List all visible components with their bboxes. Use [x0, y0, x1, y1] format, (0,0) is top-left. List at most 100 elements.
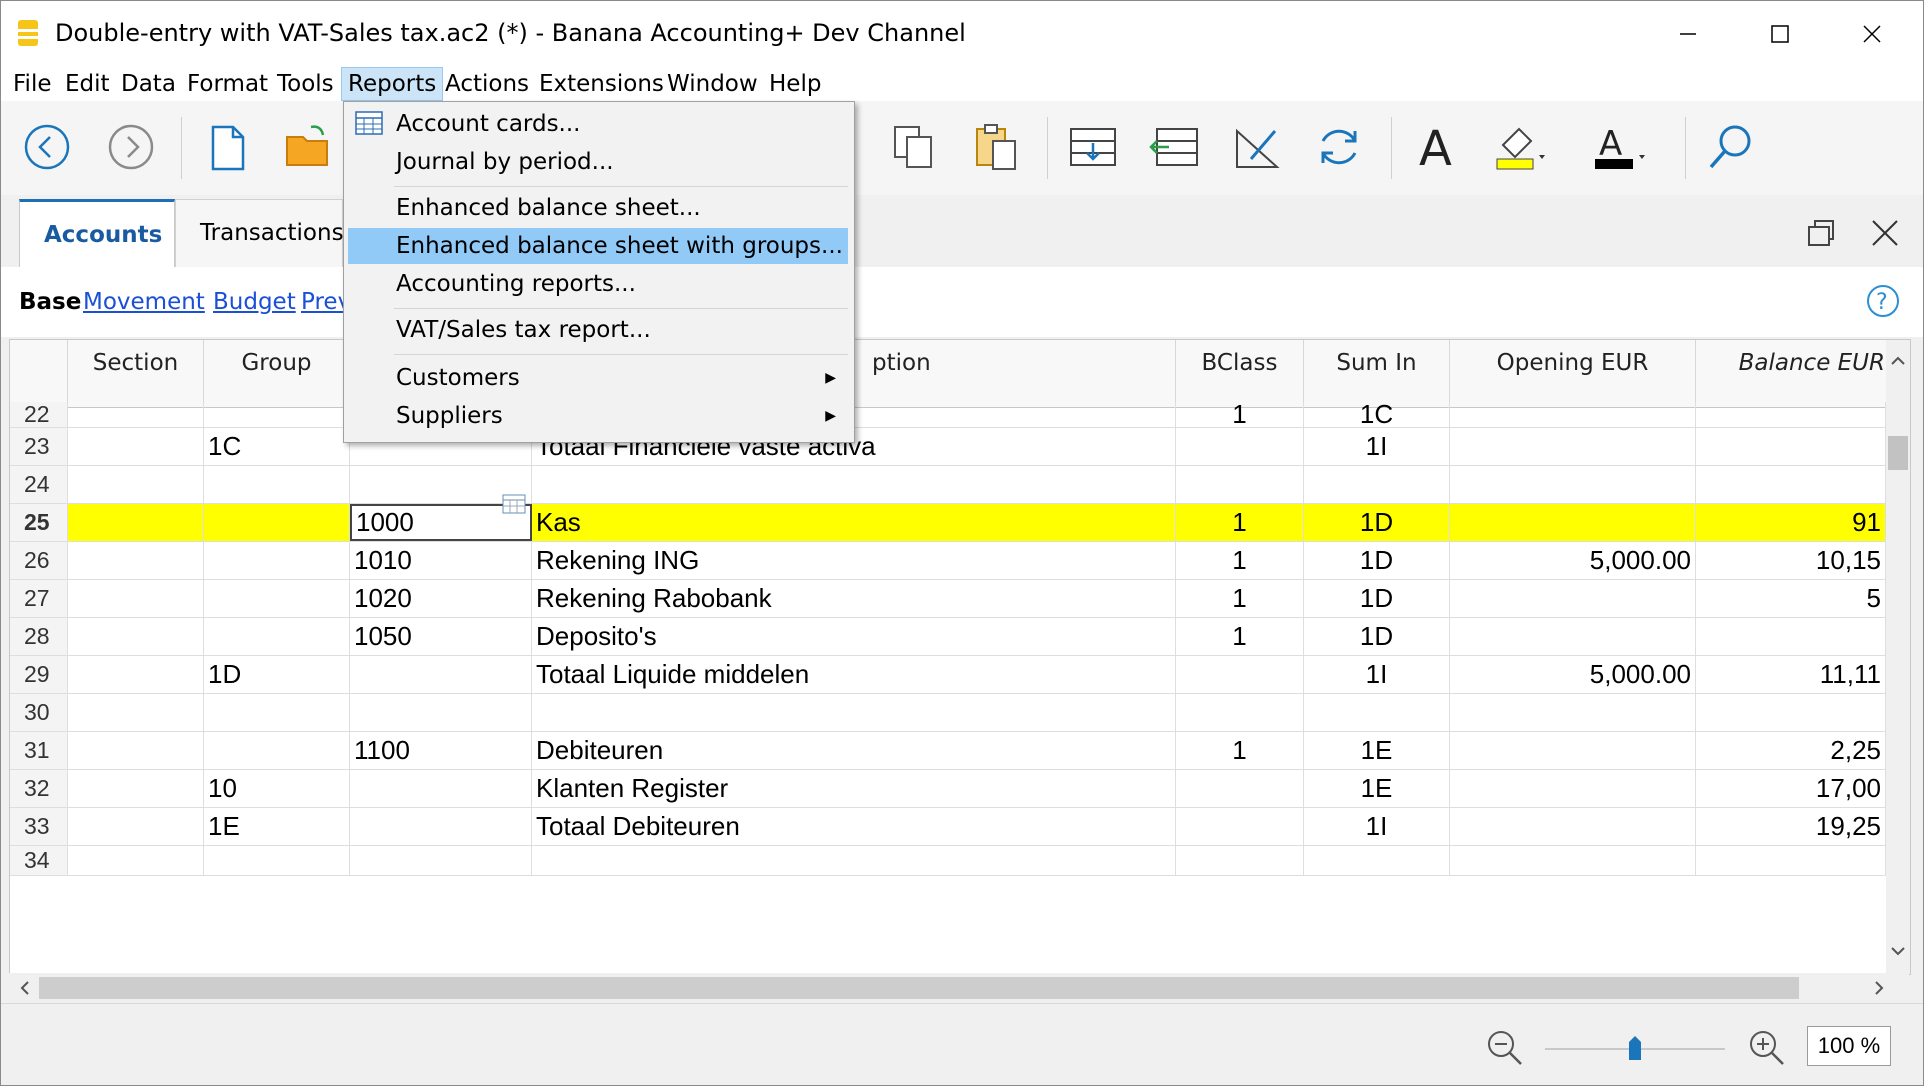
cell-account[interactable]: 1020: [350, 580, 532, 617]
cell-sumin[interactable]: 1D: [1304, 504, 1450, 541]
zoom-in-icon[interactable]: [1747, 1028, 1787, 1068]
column-header-balance[interactable]: Balance EUR: [1696, 340, 1896, 408]
menu-window[interactable]: Window: [661, 67, 764, 101]
maximize-button[interactable]: [1735, 1, 1825, 67]
zoom-level-field[interactable]: 100 %: [1807, 1026, 1891, 1066]
table-row[interactable]: 25 1000 Kas 1 1D 91: [10, 494, 1886, 542]
cell-section[interactable]: [68, 732, 204, 769]
table-row[interactable]: 34: [10, 846, 1886, 876]
tab-transactions[interactable]: Transactions: [175, 199, 344, 267]
zoom-slider-handle[interactable]: [1627, 1034, 1643, 1062]
cell-description[interactable]: Totaal Liquide middelen: [532, 656, 1176, 693]
tab-accounts[interactable]: Accounts: [19, 199, 175, 267]
view-base[interactable]: Base: [19, 289, 81, 315]
move-rows-icon[interactable]: [1147, 119, 1203, 175]
cell-balance[interactable]: 5: [1696, 580, 1886, 617]
cell-section[interactable]: [68, 770, 204, 807]
menu-item-accounting-reports[interactable]: Accounting reports...: [348, 266, 848, 302]
cell-group[interactable]: [204, 466, 350, 503]
cell-description[interactable]: Rekening Rabobank: [532, 580, 1176, 617]
cell-bclass[interactable]: 1: [1176, 580, 1304, 617]
cell-balance[interactable]: 2,25: [1696, 732, 1886, 769]
recalculate-icon[interactable]: [1311, 119, 1367, 175]
cell-group[interactable]: 1D: [204, 656, 350, 693]
cell-description[interactable]: Debiteuren: [532, 732, 1176, 769]
forward-icon[interactable]: [103, 119, 159, 175]
column-header-bclass[interactable]: BClass: [1176, 340, 1304, 408]
cell-bclass[interactable]: 1: [1176, 402, 1304, 427]
cell-account[interactable]: [350, 656, 532, 693]
back-icon[interactable]: [19, 119, 75, 175]
restore-panel-icon[interactable]: [1805, 217, 1837, 249]
cell-balance[interactable]: [1696, 846, 1886, 875]
cell-section[interactable]: [68, 542, 204, 579]
cell-opening[interactable]: [1450, 732, 1696, 769]
menu-reports[interactable]: Reports: [341, 67, 444, 101]
cell-opening[interactable]: [1450, 808, 1696, 845]
cell-sumin[interactable]: [1304, 846, 1450, 875]
cell-account[interactable]: 1100: [350, 732, 532, 769]
cell-bclass[interactable]: [1176, 846, 1304, 875]
cell-balance[interactable]: [1696, 618, 1886, 655]
cell-group[interactable]: [204, 694, 350, 731]
cell-group[interactable]: [204, 542, 350, 579]
cell-section[interactable]: [68, 846, 204, 875]
zoom-out-icon[interactable]: [1485, 1028, 1525, 1068]
cell-balance[interactable]: 10,15: [1696, 542, 1886, 579]
cell-bclass[interactable]: 1: [1176, 542, 1304, 579]
table-row[interactable]: 26 1010 Rekening ING 1 1D 5,000.00 10,15: [10, 542, 1886, 580]
cell-opening[interactable]: [1450, 466, 1696, 503]
cell-section[interactable]: [68, 808, 204, 845]
menu-file[interactable]: File: [7, 67, 58, 101]
cell-description[interactable]: [532, 466, 1176, 503]
menu-item-customers[interactable]: Customers ▶: [348, 360, 848, 396]
table-row[interactable]: 29 1D Totaal Liquide middelen 1I 5,000.00 11,…: [10, 656, 1886, 694]
cell-group[interactable]: [204, 618, 350, 655]
menu-edit[interactable]: Edit: [59, 67, 116, 101]
cell-description[interactable]: Deposito's: [532, 618, 1176, 655]
horizontal-scroll-thumb[interactable]: [39, 977, 1799, 999]
open-folder-icon[interactable]: [281, 119, 337, 175]
edit-tools-icon[interactable]: [1229, 119, 1285, 175]
cell-account[interactable]: [350, 770, 532, 807]
view-budget[interactable]: Budget: [213, 289, 296, 315]
new-file-icon[interactable]: [199, 119, 255, 175]
minimize-button[interactable]: [1643, 1, 1733, 67]
cell-account[interactable]: [350, 846, 532, 875]
view-movement[interactable]: Movement: [83, 289, 205, 315]
cell-section[interactable]: [68, 428, 204, 465]
cell-description[interactable]: [532, 694, 1176, 731]
cell-opening[interactable]: [1450, 504, 1696, 541]
cell-bclass[interactable]: [1176, 770, 1304, 807]
cell-sumin[interactable]: 1E: [1304, 770, 1450, 807]
horizontal-scrollbar[interactable]: [9, 973, 1909, 1003]
scroll-up-icon[interactable]: [1886, 348, 1910, 372]
cell-sumin[interactable]: 1D: [1304, 618, 1450, 655]
table-row[interactable]: 27 1020 Rekening Rabobank 1 1D 5: [10, 580, 1886, 618]
close-window-button[interactable]: [1827, 1, 1917, 67]
cell-section[interactable]: [68, 504, 204, 541]
table-row[interactable]: 22 1 1C: [10, 402, 1886, 428]
vertical-scrollbar[interactable]: [1886, 340, 1910, 974]
table-row[interactable]: 24: [10, 466, 1886, 504]
cell-account[interactable]: [350, 694, 532, 731]
column-header-section[interactable]: Section: [68, 340, 204, 408]
menu-item-suppliers[interactable]: Suppliers ▶: [348, 398, 848, 434]
cell-opening[interactable]: 5,000.00: [1450, 656, 1696, 693]
cell-section[interactable]: [68, 618, 204, 655]
cell-balance[interactable]: [1696, 402, 1886, 427]
vertical-scroll-thumb[interactable]: [1888, 436, 1908, 470]
cell-sumin[interactable]: [1304, 694, 1450, 731]
cell-section[interactable]: [68, 580, 204, 617]
cell-opening[interactable]: [1450, 580, 1696, 617]
menu-item-enhanced-balance-sheet[interactable]: Enhanced balance sheet...: [348, 190, 848, 226]
calendar-picker-icon[interactable]: [502, 494, 526, 514]
cell-sumin[interactable]: 1E: [1304, 732, 1450, 769]
menu-item-account-cards[interactable]: Account cards...: [348, 106, 848, 142]
cell-balance[interactable]: [1696, 428, 1886, 465]
table-row[interactable]: 30: [10, 694, 1886, 732]
cell-bclass[interactable]: [1176, 466, 1304, 503]
menu-item-journal-by-period[interactable]: Journal by period...: [348, 144, 848, 180]
cell-bclass[interactable]: 1: [1176, 618, 1304, 655]
cell-description[interactable]: Kas: [532, 504, 1176, 541]
